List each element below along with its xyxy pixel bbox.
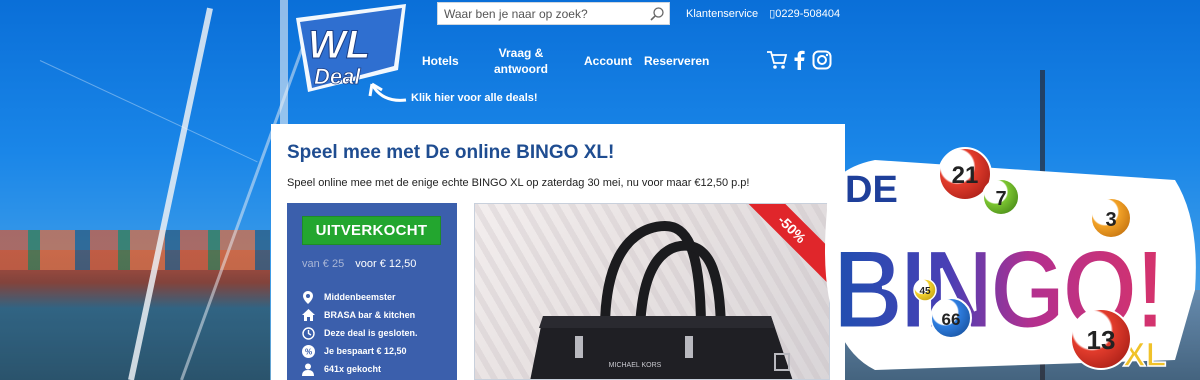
nav-hotels[interactable]: Hotels: [422, 53, 459, 69]
wl-deal-logo[interactable]: WL Deal: [286, 0, 412, 110]
price-line: van € 25 voor € 12,50: [302, 258, 416, 270]
bingo-ball-45: 45: [913, 278, 937, 302]
bingo-ball-3: 3: [1090, 197, 1132, 239]
search-bar[interactable]: [437, 2, 670, 25]
info-status: Deze deal is gesloten.: [301, 326, 418, 340]
svg-text:13: 13: [1087, 325, 1116, 355]
info-savings-text: Je bespaart € 12,50: [324, 346, 407, 356]
facebook-icon[interactable]: [792, 50, 806, 70]
bingo-de-text: DE: [845, 169, 898, 211]
svg-text:66: 66: [942, 310, 961, 329]
sold-out-button[interactable]: UITVERKOCHT: [302, 216, 441, 245]
old-price: van € 25: [302, 258, 345, 270]
info-location: Middenbeemster: [301, 290, 396, 304]
product-brand-label: MICHAEL KORS: [609, 362, 662, 369]
info-venue: BRASA bar & kitchen: [301, 308, 415, 322]
header-icons: [766, 50, 832, 70]
new-price: voor € 12,50: [355, 258, 417, 270]
nav-account[interactable]: Account: [584, 53, 632, 69]
info-venue-text: BRASA bar & kitchen: [324, 310, 416, 320]
svg-text:3: 3: [1105, 209, 1116, 231]
info-location-text: Middenbeemster: [324, 292, 396, 302]
phone-text[interactable]: 0229-508404: [775, 8, 840, 20]
map-pin-icon: [301, 290, 315, 304]
bingo-ball-66: 66: [930, 297, 972, 339]
search-icon[interactable]: [645, 3, 669, 24]
home-icon: [301, 308, 315, 322]
svg-text:%: %: [304, 347, 311, 356]
bingo-ball-13: 13: [1070, 308, 1132, 370]
info-purchased: 641x gekocht: [301, 362, 381, 376]
deal-title: Speel mee met De online BINGO XL!: [287, 142, 615, 163]
svg-text:WL: WL: [308, 23, 370, 67]
svg-text:Deal: Deal: [314, 64, 361, 89]
customer-service[interactable]: Klantenservice ▯0229-508404: [686, 7, 840, 20]
nav-reserveren[interactable]: Reserveren: [644, 53, 709, 69]
svg-text:21: 21: [952, 162, 979, 189]
svg-text:45: 45: [919, 286, 931, 297]
deal-subtitle: Speel online mee met de enige echte BING…: [287, 177, 750, 189]
bingo-xl-logo: DE BINGO! XL 21 7 3 45 66 13: [825, 147, 1196, 375]
background-rope: [39, 60, 258, 163]
clock-icon: [301, 326, 315, 340]
instagram-icon[interactable]: [812, 50, 832, 70]
user-icon: [301, 362, 315, 376]
deal-panel: UITVERKOCHT van € 25 voor € 12,50 Midden…: [287, 203, 457, 380]
search-input[interactable]: [438, 3, 645, 24]
cart-icon[interactable]: [766, 50, 788, 70]
info-savings: % Je bespaart € 12,50: [301, 344, 407, 358]
nav-faq-line1[interactable]: Vraag &: [492, 45, 550, 61]
bingo-ball-7: 7: [982, 178, 1020, 216]
nav-faq-line2[interactable]: antwoord: [492, 61, 550, 77]
phone-number[interactable]: ▯0229-508404: [769, 8, 840, 20]
percent-icon: %: [301, 344, 315, 358]
all-deals-link[interactable]: Klik hier voor alle deals!: [411, 92, 538, 104]
customer-service-label[interactable]: Klantenservice: [686, 8, 758, 20]
info-purchased-text: 641x gekocht: [324, 364, 382, 374]
info-status-text: Deze deal is gesloten.: [324, 328, 418, 338]
nav-faq[interactable]: Vraag & antwoord: [492, 45, 550, 77]
deal-card: Speel mee met De online BINGO XL! Speel …: [271, 124, 845, 380]
product-photo[interactable]: MICHAEL KORS -50%: [474, 203, 830, 380]
svg-text:7: 7: [995, 188, 1006, 210]
